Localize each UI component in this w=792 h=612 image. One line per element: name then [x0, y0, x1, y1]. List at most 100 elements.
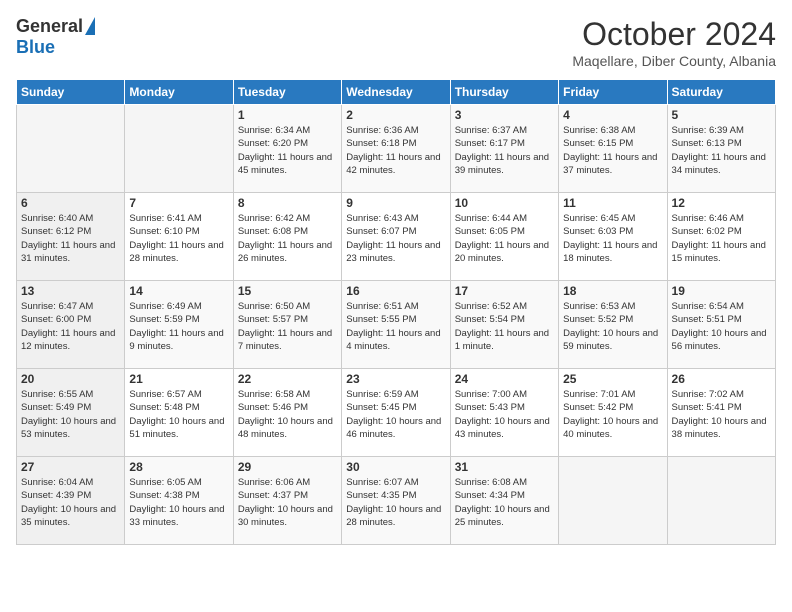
day-info: Sunrise: 6:07 AM Sunset: 4:35 PM Dayligh…	[346, 476, 445, 529]
day-info: Sunrise: 6:44 AM Sunset: 6:05 PM Dayligh…	[455, 212, 554, 265]
calendar-day-cell: 21 Sunrise: 6:57 AM Sunset: 5:48 PM Dayli…	[125, 369, 233, 457]
day-info: Sunrise: 6:50 AM Sunset: 5:57 PM Dayligh…	[238, 300, 337, 353]
day-number: 11	[563, 196, 662, 210]
page-header: General Blue October 2024 Maqellare, Dib…	[16, 16, 776, 69]
calendar-day-cell: 1 Sunrise: 6:34 AM Sunset: 6:20 PM Daylig…	[233, 105, 341, 193]
day-of-week-header: Tuesday	[233, 80, 341, 105]
day-info: Sunrise: 6:38 AM Sunset: 6:15 PM Dayligh…	[563, 124, 662, 177]
day-number: 23	[346, 372, 445, 386]
day-number: 9	[346, 196, 445, 210]
day-info: Sunrise: 6:53 AM Sunset: 5:52 PM Dayligh…	[563, 300, 662, 353]
calendar-day-cell	[125, 105, 233, 193]
calendar-header-row: SundayMondayTuesdayWednesdayThursdayFrid…	[17, 80, 776, 105]
calendar-day-cell	[559, 457, 667, 545]
day-number: 21	[129, 372, 228, 386]
day-info: Sunrise: 6:04 AM Sunset: 4:39 PM Dayligh…	[21, 476, 120, 529]
day-number: 30	[346, 460, 445, 474]
calendar-day-cell: 25 Sunrise: 7:01 AM Sunset: 5:42 PM Dayli…	[559, 369, 667, 457]
day-of-week-header: Friday	[559, 80, 667, 105]
day-number: 19	[672, 284, 771, 298]
day-info: Sunrise: 6:46 AM Sunset: 6:02 PM Dayligh…	[672, 212, 771, 265]
calendar-day-cell: 12 Sunrise: 6:46 AM Sunset: 6:02 PM Dayli…	[667, 193, 775, 281]
calendar-day-cell: 4 Sunrise: 6:38 AM Sunset: 6:15 PM Daylig…	[559, 105, 667, 193]
location-subtitle: Maqellare, Diber County, Albania	[572, 53, 776, 69]
day-info: Sunrise: 6:59 AM Sunset: 5:45 PM Dayligh…	[346, 388, 445, 441]
calendar-day-cell: 13 Sunrise: 6:47 AM Sunset: 6:00 PM Dayli…	[17, 281, 125, 369]
day-info: Sunrise: 6:05 AM Sunset: 4:38 PM Dayligh…	[129, 476, 228, 529]
calendar-day-cell: 24Sunrise: 7:00 AM Sunset: 5:43 PM Dayli…	[450, 369, 558, 457]
day-number: 12	[672, 196, 771, 210]
calendar-day-cell: 10Sunrise: 6:44 AM Sunset: 6:05 PM Dayli…	[450, 193, 558, 281]
calendar-day-cell: 14Sunrise: 6:49 AM Sunset: 5:59 PM Dayli…	[125, 281, 233, 369]
calendar-day-cell: 27Sunrise: 6:04 AM Sunset: 4:39 PM Dayli…	[17, 457, 125, 545]
day-number: 15	[238, 284, 337, 298]
calendar-day-cell: 7 Sunrise: 6:41 AM Sunset: 6:10 PM Daylig…	[125, 193, 233, 281]
logo: General Blue	[16, 16, 95, 58]
day-number: 20	[21, 372, 120, 386]
month-title: October 2024	[572, 16, 776, 53]
day-info: Sunrise: 7:02 AM Sunset: 5:41 PM Dayligh…	[672, 388, 771, 441]
logo-blue-text: Blue	[16, 37, 55, 58]
day-info: Sunrise: 6:40 AM Sunset: 6:12 PM Dayligh…	[21, 212, 120, 265]
day-info: Sunrise: 6:47 AM Sunset: 6:00 PM Dayligh…	[21, 300, 120, 353]
calendar-day-cell: 8 Sunrise: 6:42 AM Sunset: 6:08 PM Daylig…	[233, 193, 341, 281]
day-info: Sunrise: 6:39 AM Sunset: 6:13 PM Dayligh…	[672, 124, 771, 177]
day-info: Sunrise: 6:57 AM Sunset: 5:48 PM Dayligh…	[129, 388, 228, 441]
logo-general-text: General	[16, 16, 83, 37]
day-info: Sunrise: 6:55 AM Sunset: 5:49 PM Dayligh…	[21, 388, 120, 441]
calendar-day-cell: 23 Sunrise: 6:59 AM Sunset: 5:45 PM Dayli…	[342, 369, 450, 457]
calendar-day-cell: 22 Sunrise: 6:58 AM Sunset: 5:46 PM Dayli…	[233, 369, 341, 457]
calendar-day-cell: 16 Sunrise: 6:51 AM Sunset: 5:55 PM Dayli…	[342, 281, 450, 369]
day-number: 25	[563, 372, 662, 386]
day-info: Sunrise: 6:37 AM Sunset: 6:17 PM Dayligh…	[455, 124, 554, 177]
title-block: October 2024 Maqellare, Diber County, Al…	[572, 16, 776, 69]
day-number: 24	[455, 372, 554, 386]
day-info: Sunrise: 7:01 AM Sunset: 5:42 PM Dayligh…	[563, 388, 662, 441]
day-info: Sunrise: 6:52 AM Sunset: 5:54 PM Dayligh…	[455, 300, 554, 353]
day-of-week-header: Monday	[125, 80, 233, 105]
day-of-week-header: Wednesday	[342, 80, 450, 105]
day-info: Sunrise: 6:51 AM Sunset: 5:55 PM Dayligh…	[346, 300, 445, 353]
calendar-day-cell: 30 Sunrise: 6:07 AM Sunset: 4:35 PM Dayli…	[342, 457, 450, 545]
calendar-day-cell: 26 Sunrise: 7:02 AM Sunset: 5:41 PM Dayli…	[667, 369, 775, 457]
calendar-week-row: 6 Sunrise: 6:40 AM Sunset: 6:12 PM Daylig…	[17, 193, 776, 281]
calendar-day-cell: 15 Sunrise: 6:50 AM Sunset: 5:57 PM Dayli…	[233, 281, 341, 369]
calendar-table: SundayMondayTuesdayWednesdayThursdayFrid…	[16, 79, 776, 545]
calendar-day-cell: 29 Sunrise: 6:06 AM Sunset: 4:37 PM Dayli…	[233, 457, 341, 545]
day-number: 13	[21, 284, 120, 298]
day-number: 31	[455, 460, 554, 474]
day-of-week-header: Sunday	[17, 80, 125, 105]
day-info: Sunrise: 6:45 AM Sunset: 6:03 PM Dayligh…	[563, 212, 662, 265]
day-of-week-header: Saturday	[667, 80, 775, 105]
day-number: 4	[563, 108, 662, 122]
day-number: 26	[672, 372, 771, 386]
day-info: Sunrise: 6:42 AM Sunset: 6:08 PM Dayligh…	[238, 212, 337, 265]
day-number: 6	[21, 196, 120, 210]
day-info: Sunrise: 6:36 AM Sunset: 6:18 PM Dayligh…	[346, 124, 445, 177]
calendar-day-cell: 11 Sunrise: 6:45 AM Sunset: 6:03 PM Dayli…	[559, 193, 667, 281]
day-number: 8	[238, 196, 337, 210]
day-number: 14	[129, 284, 228, 298]
calendar-day-cell: 20 Sunrise: 6:55 AM Sunset: 5:49 PM Dayli…	[17, 369, 125, 457]
calendar-day-cell: 6 Sunrise: 6:40 AM Sunset: 6:12 PM Daylig…	[17, 193, 125, 281]
day-number: 16	[346, 284, 445, 298]
calendar-day-cell: 19Sunrise: 6:54 AM Sunset: 5:51 PM Dayli…	[667, 281, 775, 369]
day-number: 17	[455, 284, 554, 298]
day-info: Sunrise: 6:34 AM Sunset: 6:20 PM Dayligh…	[238, 124, 337, 177]
day-of-week-header: Thursday	[450, 80, 558, 105]
day-number: 1	[238, 108, 337, 122]
calendar-day-cell: 9Sunrise: 6:43 AM Sunset: 6:07 PM Daylig…	[342, 193, 450, 281]
calendar-day-cell: 3 Sunrise: 6:37 AM Sunset: 6:17 PM Daylig…	[450, 105, 558, 193]
day-number: 7	[129, 196, 228, 210]
calendar-week-row: 13 Sunrise: 6:47 AM Sunset: 6:00 PM Dayli…	[17, 281, 776, 369]
day-info: Sunrise: 6:06 AM Sunset: 4:37 PM Dayligh…	[238, 476, 337, 529]
calendar-week-row: 20 Sunrise: 6:55 AM Sunset: 5:49 PM Dayli…	[17, 369, 776, 457]
day-number: 29	[238, 460, 337, 474]
day-info: Sunrise: 6:08 AM Sunset: 4:34 PM Dayligh…	[455, 476, 554, 529]
day-number: 3	[455, 108, 554, 122]
day-info: Sunrise: 6:41 AM Sunset: 6:10 PM Dayligh…	[129, 212, 228, 265]
calendar-day-cell	[17, 105, 125, 193]
calendar-day-cell: 18Sunrise: 6:53 AM Sunset: 5:52 PM Dayli…	[559, 281, 667, 369]
day-info: Sunrise: 6:58 AM Sunset: 5:46 PM Dayligh…	[238, 388, 337, 441]
day-number: 22	[238, 372, 337, 386]
